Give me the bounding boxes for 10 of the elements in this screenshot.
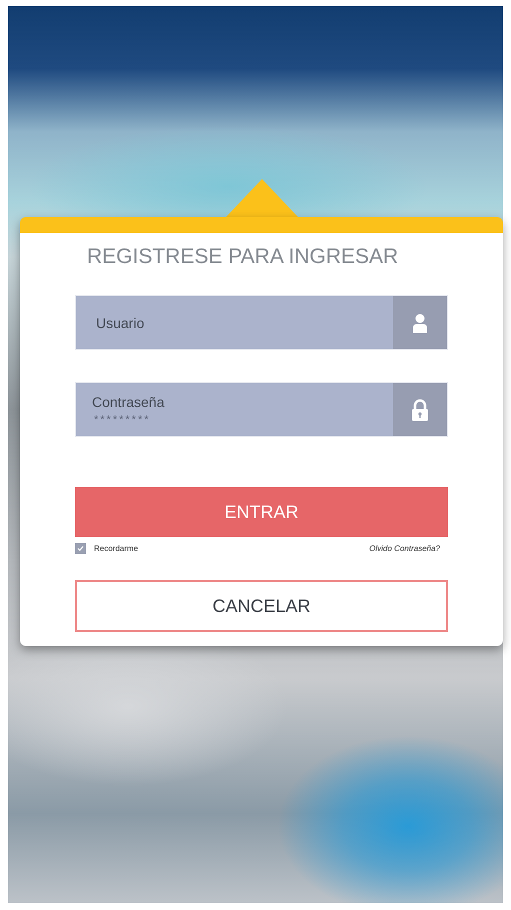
check-icon bbox=[77, 545, 84, 552]
username-input[interactable]: Usuario bbox=[92, 314, 393, 330]
lock-icon bbox=[411, 398, 429, 420]
forgot-password-link[interactable]: Olvido Contraseña? bbox=[369, 544, 440, 553]
password-label: Contraseña bbox=[92, 394, 166, 410]
form-title: REGISTRESE PARA INGRESAR bbox=[87, 245, 400, 269]
user-icon bbox=[412, 312, 428, 332]
remember-label: Recordarme bbox=[94, 544, 138, 553]
remember-checkbox[interactable] bbox=[75, 543, 86, 554]
cancel-button[interactable]: CANCELAR bbox=[75, 580, 448, 632]
